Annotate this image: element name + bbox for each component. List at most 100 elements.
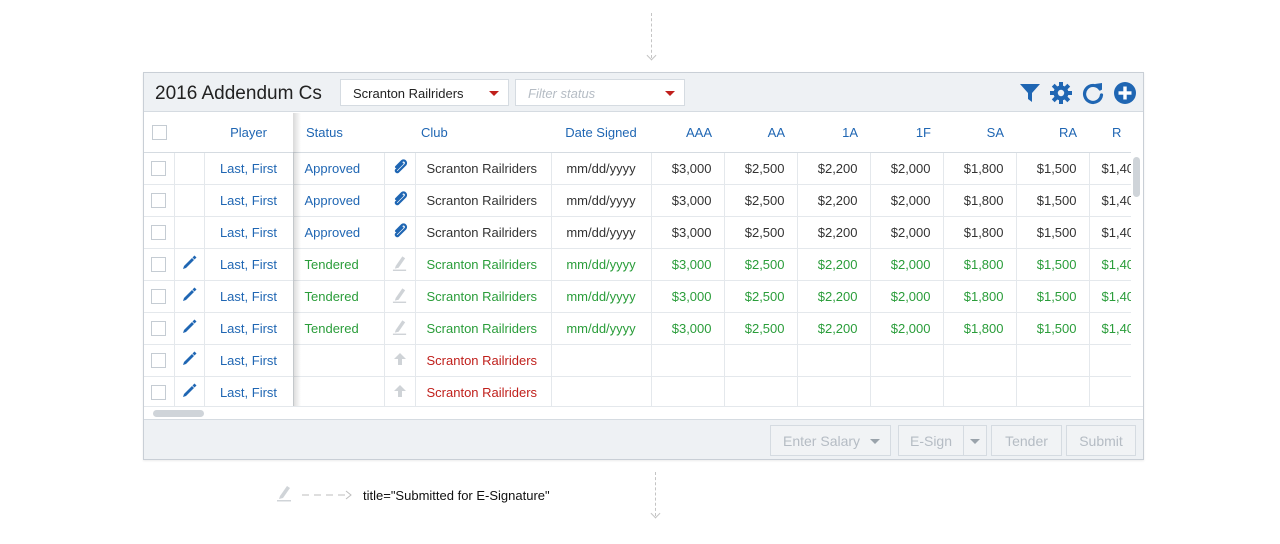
legend-arrow-icon: [302, 490, 352, 500]
club-cell: Scranton Railriders: [415, 216, 552, 249]
status-filter-select[interactable]: Filter status: [515, 79, 685, 106]
table-header-row: Player Status Club Date Signed AAA AA 1A…: [144, 113, 1131, 153]
pencil-icon[interactable]: [181, 351, 197, 370]
pencil-icon[interactable]: [181, 383, 197, 402]
edit-header: [174, 113, 204, 153]
salary-r-cell: $1,400: [1089, 216, 1131, 249]
team-select[interactable]: Scranton Railriders: [340, 79, 509, 106]
row-checkbox[interactable]: [151, 193, 167, 209]
enter-salary-button[interactable]: Enter Salary: [770, 425, 891, 456]
player-cell[interactable]: Last, First: [204, 376, 294, 406]
date-signed-cell: [551, 344, 652, 377]
paperclip-icon[interactable]: [392, 158, 408, 179]
status-cell: Tendered: [293, 280, 385, 313]
add-circle-icon[interactable]: [1113, 81, 1137, 105]
paperclip-icon[interactable]: [392, 190, 408, 211]
header-ra[interactable]: RA: [1016, 113, 1089, 153]
row-select-cell: [144, 344, 175, 377]
header-club[interactable]: Club: [415, 113, 551, 153]
row-checkbox[interactable]: [151, 385, 167, 401]
player-cell[interactable]: Last, First: [204, 152, 294, 185]
header-player[interactable]: Player: [204, 113, 293, 153]
row-checkbox[interactable]: [151, 257, 167, 273]
upload-icon[interactable]: [392, 352, 408, 370]
row-checkbox[interactable]: [151, 225, 167, 241]
header-status[interactable]: Status: [293, 113, 384, 153]
attachment-cell: [384, 216, 416, 249]
date-signed-cell: mm/dd/yyyy: [551, 248, 652, 281]
tender-button[interactable]: Tender: [991, 425, 1062, 456]
row-checkbox[interactable]: [151, 321, 167, 337]
table-row: Last, First Tendered Scranton Railriders mm…: [144, 312, 1131, 345]
vertical-scroll-thumb[interactable]: [1133, 157, 1140, 197]
upload-icon[interactable]: [392, 384, 408, 402]
salary-aa-cell: $2,500: [724, 216, 798, 249]
row-select-cell: [144, 216, 175, 249]
gear-icon[interactable]: [1049, 81, 1073, 105]
salary-sa-cell: [943, 344, 1017, 377]
pen-submitted-icon[interactable]: [392, 319, 408, 339]
refresh-icon[interactable]: [1081, 81, 1105, 105]
horizontal-scroll-thumb[interactable]: [153, 410, 204, 417]
player-cell[interactable]: Last, First: [204, 216, 294, 249]
salary-1a-cell: $2,200: [797, 312, 871, 345]
vertical-scrollbar[interactable]: [1132, 153, 1141, 405]
player-cell[interactable]: Last, First: [204, 184, 294, 217]
player-cell[interactable]: Last, First: [204, 280, 294, 313]
status-cell: [293, 376, 385, 406]
header-date-signed[interactable]: Date Signed: [551, 113, 651, 153]
club-cell: Scranton Railriders: [415, 344, 552, 377]
paperclip-icon[interactable]: [392, 222, 408, 243]
salary-1a-cell: [797, 376, 871, 406]
salary-1f-cell: $2,000: [870, 312, 944, 345]
submit-label: Submit: [1079, 433, 1123, 449]
header-aaa[interactable]: AAA: [651, 113, 724, 153]
header-1a[interactable]: 1A: [797, 113, 870, 153]
status-cell: Tendered: [293, 312, 385, 345]
pencil-icon[interactable]: [181, 319, 197, 338]
player-cell[interactable]: Last, First: [204, 312, 294, 345]
filter-icon[interactable]: [1018, 81, 1042, 105]
salary-aaa-cell: $3,000: [651, 312, 725, 345]
row-edit-cell: [174, 344, 205, 377]
player-cell[interactable]: Last, First: [204, 344, 294, 377]
row-checkbox[interactable]: [151, 161, 167, 177]
esign-dropdown-button[interactable]: [963, 425, 987, 456]
header-1f[interactable]: 1F: [870, 113, 943, 153]
salary-1a-cell: $2,200: [797, 248, 871, 281]
panel-title: 2016 Addendum Cs: [155, 83, 322, 104]
table-row: Last, First Approved Scranton Railriders mm…: [144, 152, 1131, 185]
salary-grid: Player Status Club Date Signed AAA AA 1A…: [144, 113, 1131, 406]
submit-button[interactable]: Submit: [1066, 425, 1136, 456]
horizontal-scrollbar[interactable]: [144, 406, 1143, 418]
header-r[interactable]: R: [1089, 113, 1131, 153]
esign-button[interactable]: E-Sign: [898, 425, 964, 456]
row-checkbox[interactable]: [151, 289, 167, 305]
row-checkbox[interactable]: [151, 353, 167, 369]
pencil-icon[interactable]: [181, 287, 197, 306]
player-cell[interactable]: Last, First: [204, 248, 294, 281]
salary-ra-cell: $1,500: [1016, 216, 1090, 249]
esign-label: E-Sign: [909, 433, 953, 449]
status-cell: Approved: [293, 184, 385, 217]
header-aa[interactable]: AA: [724, 113, 797, 153]
pen-submitted-icon[interactable]: [392, 287, 408, 307]
pen-submitted-icon: [277, 486, 291, 502]
attachment-cell: [384, 152, 416, 185]
row-select-cell: [144, 312, 175, 345]
salary-r-cell: $1,400: [1089, 312, 1131, 345]
enter-salary-label: Enter Salary: [783, 433, 861, 449]
header-sa[interactable]: SA: [943, 113, 1016, 153]
select-all-cell: [144, 113, 174, 153]
pen-submitted-icon[interactable]: [392, 255, 408, 275]
salary-aa-cell: $2,500: [724, 248, 798, 281]
attachment-cell: [384, 312, 416, 345]
pencil-icon[interactable]: [181, 255, 197, 274]
attachment-cell: [384, 376, 416, 406]
salary-aaa-cell: $3,000: [651, 248, 725, 281]
select-all-checkbox[interactable]: [151, 125, 167, 141]
salary-ra-cell: $1,500: [1016, 280, 1090, 313]
legend-text: title="Submitted for E-Signature": [363, 488, 550, 503]
date-signed-cell: [551, 376, 652, 406]
row-select-cell: [144, 152, 175, 185]
